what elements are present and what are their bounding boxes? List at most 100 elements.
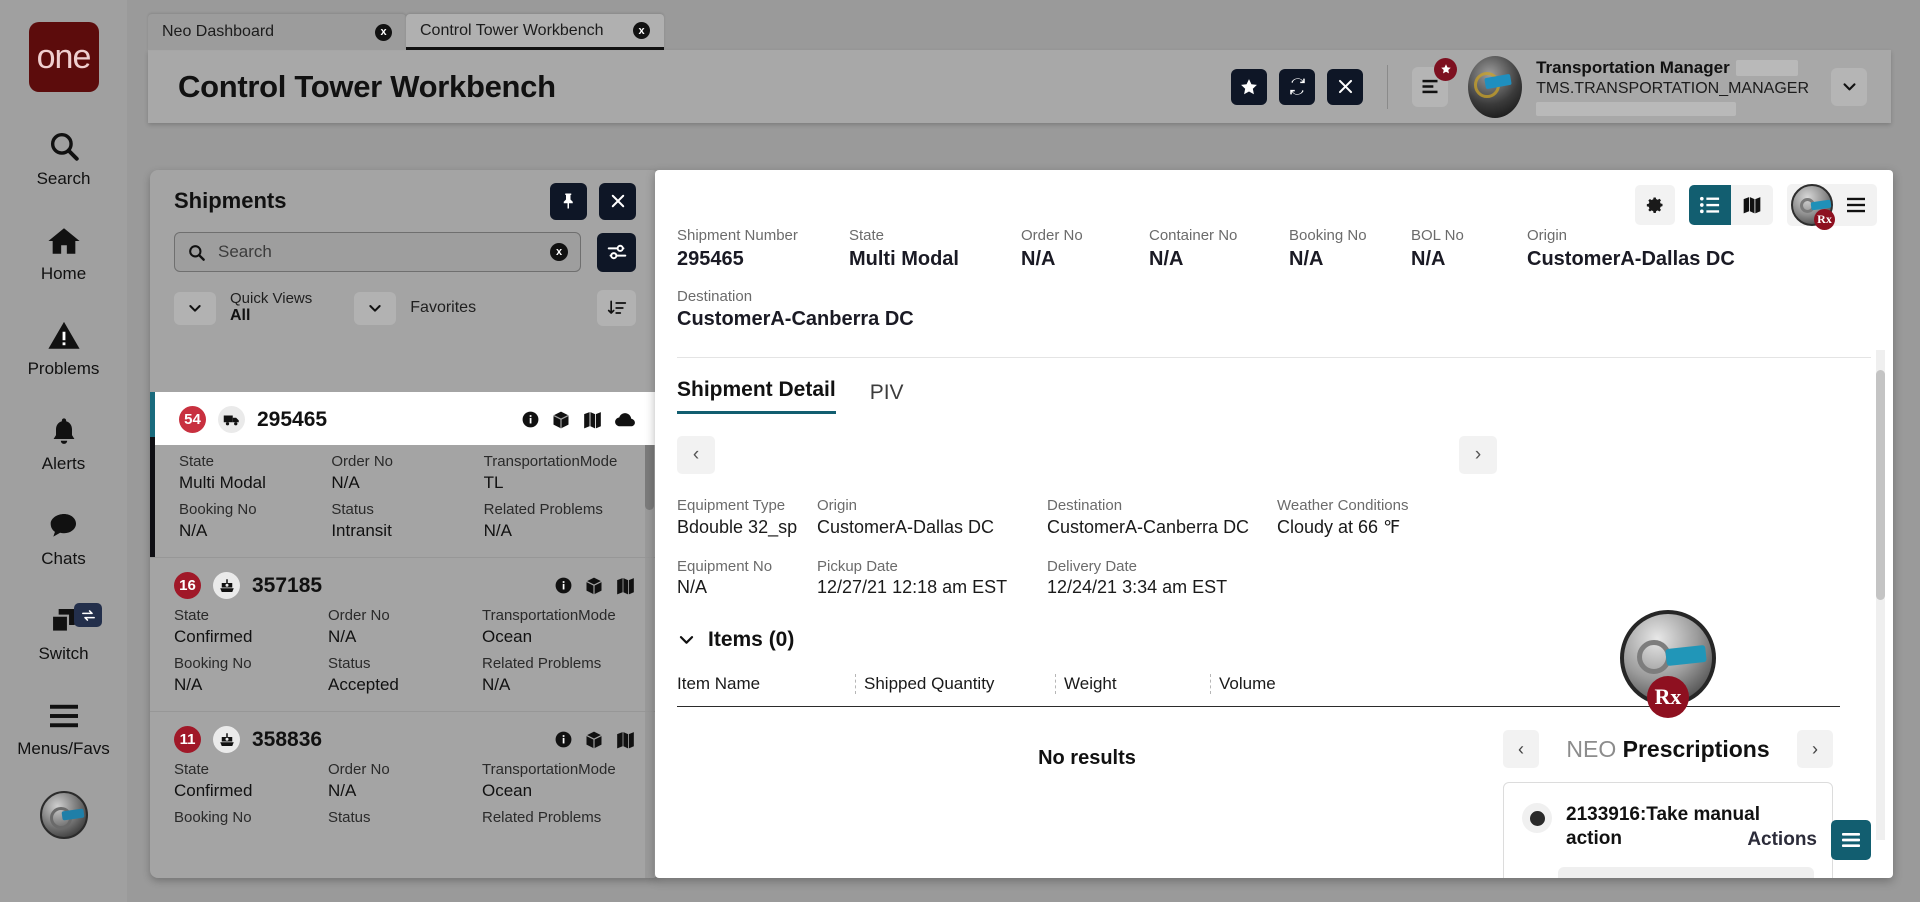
field-label: Pickup Date <box>817 557 1047 577</box>
column-header-volume[interactable]: Volume <box>1210 674 1375 694</box>
info-icon[interactable] <box>521 410 540 429</box>
sidebar-item-menus-favs[interactable]: Menus/Favs <box>0 696 127 757</box>
close-icon[interactable]: x <box>633 22 650 39</box>
sidebar-item-switch[interactable]: Switch <box>0 601 127 662</box>
shipment-card-fields: StateMulti Modal Order NoN/A Transportat… <box>179 453 636 541</box>
search-field[interactable]: x <box>174 232 581 272</box>
summary-label: Booking No <box>1289 226 1411 246</box>
warning-triangle-icon <box>46 316 82 356</box>
actions-menu-button[interactable] <box>1831 820 1871 860</box>
field-label: Equipment Type <box>677 496 817 516</box>
list-view-button[interactable] <box>1689 185 1731 225</box>
map-icon[interactable] <box>615 730 636 750</box>
field-value: Multi Modal <box>179 472 331 493</box>
redacted-text <box>1536 102 1736 116</box>
list-item[interactable]: 54 295465 StateMulti Modal Order NoN/A T… <box>150 392 660 557</box>
map-view-button[interactable] <box>1731 185 1773 225</box>
pin-panel-button[interactable] <box>550 183 587 220</box>
star-icon <box>1239 77 1259 97</box>
detail-tabs: Shipment Detail PIV <box>655 358 1893 414</box>
sidebar-item-label: Chats <box>41 550 85 567</box>
tab-shipment-detail[interactable]: Shipment Detail <box>677 378 836 414</box>
avatar[interactable] <box>1468 56 1522 118</box>
shipment-card-icons <box>554 576 636 596</box>
summary-label: Origin <box>1527 226 1893 246</box>
tab-label: Control Tower Workbench <box>420 22 604 40</box>
chevron-down-icon[interactable] <box>677 630 696 649</box>
user-info: Transportation Manager TMS.TRANSPORTATIO… <box>1536 58 1809 116</box>
field-label: Delivery Date <box>1047 557 1277 577</box>
sidebar-item-search[interactable]: Search <box>0 126 127 187</box>
shipments-list[interactable]: 54 295465 StateMulti Modal Order NoN/A T… <box>150 392 660 878</box>
sidebar-item-home[interactable]: Home <box>0 221 127 282</box>
user-menu-chevron[interactable] <box>1831 68 1867 106</box>
neo-previous-button[interactable]: ‹ <box>1503 730 1539 768</box>
neo-avatar-icon[interactable]: Rx <box>1620 610 1716 706</box>
neo-avatar-icon[interactable] <box>40 791 88 839</box>
info-icon[interactable] <box>554 576 573 595</box>
tab-control-tower-workbench[interactable]: Control Tower Workbench x <box>406 14 664 50</box>
detail-menu-button[interactable] <box>1835 185 1877 225</box>
filter-button[interactable] <box>597 233 636 272</box>
field-value: N/A <box>174 674 328 695</box>
previous-button[interactable]: ‹ <box>677 436 715 474</box>
map-icon[interactable] <box>615 576 636 596</box>
shipment-card-header: 54 295465 <box>155 392 660 445</box>
summary-value: N/A <box>1411 246 1527 273</box>
sidebar-item-label: Problems <box>28 360 100 377</box>
prescription-solution: No Solution Available <box>1558 867 1814 879</box>
search-input[interactable] <box>218 242 538 262</box>
neo-title-bold: Prescriptions <box>1623 736 1770 762</box>
favorite-button[interactable] <box>1231 69 1267 105</box>
field-label: Weather Conditions <box>1277 496 1893 516</box>
field-value: N/A <box>328 780 482 801</box>
favorites-value: Favorites <box>410 299 476 317</box>
sidebar-item-problems[interactable]: Problems <box>0 316 127 377</box>
column-header-weight[interactable]: Weight <box>1055 674 1210 694</box>
cloud-icon[interactable] <box>614 411 636 429</box>
sidebar-item-alerts[interactable]: Alerts <box>0 411 127 472</box>
hamburger-icon <box>1845 196 1867 214</box>
field-label: Related Problems <box>482 809 636 828</box>
sidebar-item-label: Menus/Favs <box>17 740 110 757</box>
prescription-radio[interactable] <box>1522 803 1552 833</box>
tab-piv[interactable]: PIV <box>870 381 904 414</box>
box-icon[interactable] <box>584 576 604 596</box>
clear-search-icon[interactable]: x <box>550 243 568 261</box>
detail-scrollbar-thumb[interactable] <box>1876 370 1885 600</box>
box-icon[interactable] <box>584 730 604 750</box>
map-icon[interactable] <box>582 410 603 430</box>
box-icon[interactable] <box>551 410 571 430</box>
refresh-icon <box>1287 76 1308 97</box>
field-value: Confirmed <box>174 780 328 801</box>
list-item[interactable]: 11 358836 StateConfirmed Order NoN/A Tra… <box>150 711 660 844</box>
problem-count-badge: 11 <box>174 726 201 753</box>
settings-button[interactable] <box>1635 185 1675 225</box>
field-label: Booking No <box>174 809 328 828</box>
pin-icon <box>560 192 578 210</box>
close-panel-button[interactable] <box>599 183 636 220</box>
sidebar-item-chats[interactable]: Chats <box>0 506 127 567</box>
neo-avatar-button[interactable]: Rx <box>1787 184 1835 226</box>
column-header-shipped-quantity[interactable]: Shipped Quantity <box>855 674 1055 694</box>
tab-neo-dashboard[interactable]: Neo Dashboard x <box>148 14 406 50</box>
info-icon[interactable] <box>554 730 573 749</box>
brand-logo[interactable]: one <box>29 22 99 92</box>
neo-avatar-icon: Rx <box>1791 184 1833 226</box>
favorites-dropdown[interactable] <box>354 292 396 325</box>
sort-button[interactable] <box>597 290 636 326</box>
search-icon <box>47 126 81 166</box>
list-item[interactable]: 16 357185 StateConfirmed Order NoN/A Tra… <box>150 557 660 711</box>
neo-title-light: NEO <box>1566 736 1616 762</box>
menu-favorites-button[interactable] <box>1412 67 1448 107</box>
field-label: Related Problems <box>484 501 636 520</box>
close-icon[interactable]: x <box>375 24 392 41</box>
quick-views-dropdown[interactable] <box>174 292 216 325</box>
swap-arrows-icon[interactable] <box>74 603 102 627</box>
refresh-button[interactable] <box>1279 69 1315 105</box>
column-header-item-name[interactable]: Item Name <box>677 674 855 694</box>
next-button[interactable]: › <box>1459 436 1497 474</box>
neo-next-button[interactable]: › <box>1797 730 1833 768</box>
close-button[interactable] <box>1327 69 1363 105</box>
field-label: State <box>179 453 331 472</box>
